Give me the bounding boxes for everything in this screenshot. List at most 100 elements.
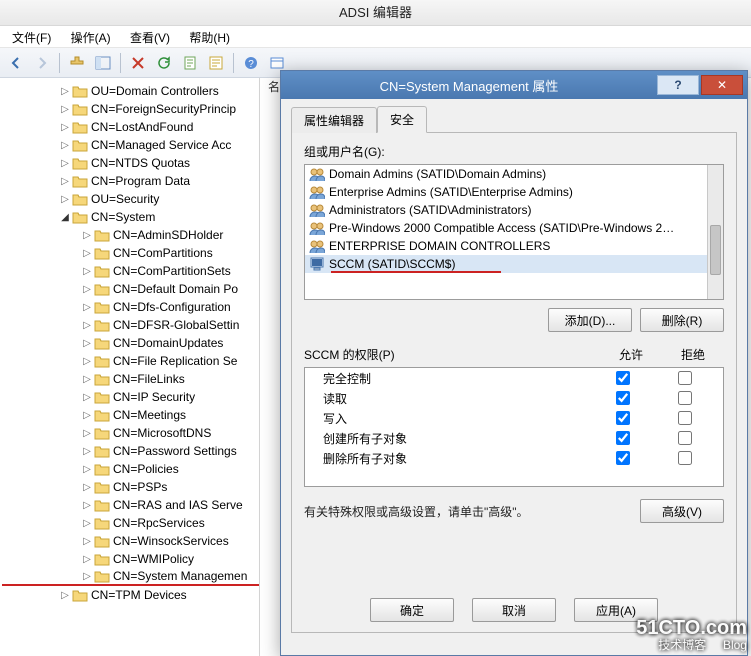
expand-icon[interactable]: ▷ <box>80 302 94 313</box>
tree-item[interactable]: ▷CN=Policies <box>2 460 259 478</box>
tree-item[interactable]: ▷CN=Meetings <box>2 406 259 424</box>
tree-item[interactable]: ▷CN=IP Security <box>2 388 259 406</box>
dialog-help-button[interactable]: ? <box>657 75 699 95</box>
expand-icon[interactable]: ▷ <box>58 194 72 205</box>
expand-icon[interactable]: ▷ <box>80 482 94 493</box>
collapse-icon[interactable]: ◢ <box>58 212 72 223</box>
expand-icon[interactable]: ▷ <box>80 518 94 529</box>
tree-item[interactable]: ▷CN=AdminSDHolder <box>2 226 259 244</box>
tree-item[interactable]: ▷CN=DFSR-GlobalSettin <box>2 316 259 334</box>
expand-icon[interactable]: ▷ <box>80 428 94 439</box>
tree-item[interactable]: ▷OU=Security <box>2 190 259 208</box>
expand-icon[interactable]: ▷ <box>80 464 94 475</box>
permission-deny-checkbox[interactable] <box>678 411 692 425</box>
principals-listbox[interactable]: Domain Admins (SATID\Domain Admins)Enter… <box>304 164 724 300</box>
remove-button[interactable]: 删除(R) <box>640 308 724 332</box>
tree-item[interactable]: ▷CN=ComPartitionSets <box>2 262 259 280</box>
tree-item[interactable]: ▷CN=ComPartitions <box>2 244 259 262</box>
menu-view[interactable]: 查看(V) <box>122 26 178 49</box>
expand-icon[interactable]: ▷ <box>58 158 72 169</box>
principal-row[interactable]: ENTERPRISE DOMAIN CONTROLLERS <box>305 237 707 255</box>
permission-deny-checkbox[interactable] <box>678 451 692 465</box>
properties-button[interactable] <box>204 51 228 75</box>
tree-item[interactable]: ▷CN=Default Domain Po <box>2 280 259 298</box>
tree-item[interactable]: ▷CN=WinsockServices <box>2 532 259 550</box>
expand-icon[interactable]: ▷ <box>80 554 94 565</box>
permission-deny-checkbox[interactable] <box>678 431 692 445</box>
apply-button[interactable]: 应用(A) <box>574 598 658 622</box>
expand-icon[interactable]: ▷ <box>58 140 72 151</box>
permissions-listbox[interactable]: 完全控制读取写入创建所有子对象删除所有子对象 <box>304 367 724 487</box>
tree-item[interactable]: ▷CN=FileLinks <box>2 370 259 388</box>
principal-row[interactable]: Pre-Windows 2000 Compatible Access (SATI… <box>305 219 707 237</box>
expand-icon[interactable]: ▷ <box>80 374 94 385</box>
tree-pane[interactable]: ▷OU=Domain Controllers▷CN=ForeignSecurit… <box>0 78 260 656</box>
tab-attribute-editor[interactable]: 属性编辑器 <box>291 107 377 133</box>
permission-allow-checkbox[interactable] <box>616 451 630 465</box>
tree-item[interactable]: ▷OU=Domain Controllers <box>2 82 259 100</box>
principals-scrollbar[interactable] <box>707 165 723 299</box>
tree-item[interactable]: ▷CN=RpcServices <box>2 514 259 532</box>
expand-icon[interactable]: ▷ <box>80 266 94 277</box>
expand-icon[interactable]: ▷ <box>80 446 94 457</box>
tree-item[interactable]: ▷CN=DomainUpdates <box>2 334 259 352</box>
expand-icon[interactable]: ▷ <box>80 356 94 367</box>
expand-icon[interactable]: ▷ <box>80 392 94 403</box>
tree-item[interactable]: ▷CN=ForeignSecurityPrincip <box>2 100 259 118</box>
add-button[interactable]: 添加(D)... <box>548 308 632 332</box>
principal-row[interactable]: Administrators (SATID\Administrators) <box>305 201 707 219</box>
expand-icon[interactable]: ▷ <box>58 176 72 187</box>
advanced-button[interactable]: 高级(V) <box>640 499 724 523</box>
menu-file[interactable]: 文件(F) <box>4 26 59 49</box>
expand-icon[interactable]: ▷ <box>58 86 72 97</box>
cancel-button[interactable]: 取消 <box>472 598 556 622</box>
tree-item[interactable]: ▷CN=WMIPolicy <box>2 550 259 568</box>
export-button[interactable] <box>178 51 202 75</box>
menu-action[interactable]: 操作(A) <box>63 26 119 49</box>
permission-allow-checkbox[interactable] <box>616 371 630 385</box>
tab-security[interactable]: 安全 <box>377 106 427 133</box>
tree-item[interactable]: ◢CN=System <box>2 208 259 226</box>
show-pane-button[interactable] <box>91 51 115 75</box>
expand-icon[interactable]: ▷ <box>80 248 94 259</box>
back-button[interactable] <box>4 51 28 75</box>
expand-icon[interactable]: ▷ <box>80 320 94 331</box>
tree-item[interactable]: ▷CN=File Replication Se <box>2 352 259 370</box>
expand-icon[interactable]: ▷ <box>80 500 94 511</box>
principal-row[interactable]: SCCM (SATID\SCCM$) <box>305 255 707 273</box>
forward-button[interactable] <box>30 51 54 75</box>
permission-allow-checkbox[interactable] <box>616 411 630 425</box>
dialog-close-button[interactable]: ✕ <box>701 75 743 95</box>
tree-item[interactable]: ▷CN=Dfs-Configuration <box>2 298 259 316</box>
tree-item[interactable]: ▷CN=System Managemen <box>2 568 259 586</box>
tree-item[interactable]: ▷CN=RAS and IAS Serve <box>2 496 259 514</box>
expand-icon[interactable]: ▷ <box>58 122 72 133</box>
tree-item[interactable]: ▷CN=LostAndFound <box>2 118 259 136</box>
ok-button[interactable]: 确定 <box>370 598 454 622</box>
permission-deny-checkbox[interactable] <box>678 391 692 405</box>
menu-help[interactable]: 帮助(H) <box>181 26 238 49</box>
tree-item[interactable]: ▷CN=MicrosoftDNS <box>2 424 259 442</box>
expand-icon[interactable]: ▷ <box>80 230 94 241</box>
delete-button[interactable] <box>126 51 150 75</box>
principal-row[interactable]: Domain Admins (SATID\Domain Admins) <box>305 165 707 183</box>
principal-row[interactable]: Enterprise Admins (SATID\Enterprise Admi… <box>305 183 707 201</box>
refresh-button[interactable] <box>152 51 176 75</box>
permission-allow-checkbox[interactable] <box>616 431 630 445</box>
expand-icon[interactable]: ▷ <box>58 104 72 115</box>
expand-icon[interactable]: ▷ <box>80 284 94 295</box>
expand-icon[interactable]: ▷ <box>80 571 94 582</box>
tree-item[interactable]: ▷CN=TPM Devices <box>2 586 259 604</box>
expand-icon[interactable]: ▷ <box>80 410 94 421</box>
expand-icon[interactable]: ▷ <box>58 590 72 601</box>
expand-icon[interactable]: ▷ <box>80 536 94 547</box>
tree-item[interactable]: ▷CN=Program Data <box>2 172 259 190</box>
permission-deny-checkbox[interactable] <box>678 371 692 385</box>
tree-item[interactable]: ▷CN=PSPs <box>2 478 259 496</box>
permission-allow-checkbox[interactable] <box>616 391 630 405</box>
tree-item[interactable]: ▷CN=Managed Service Acc <box>2 136 259 154</box>
up-button[interactable] <box>65 51 89 75</box>
tree-item[interactable]: ▷CN=NTDS Quotas <box>2 154 259 172</box>
tree-item[interactable]: ▷CN=Password Settings <box>2 442 259 460</box>
expand-icon[interactable]: ▷ <box>80 338 94 349</box>
